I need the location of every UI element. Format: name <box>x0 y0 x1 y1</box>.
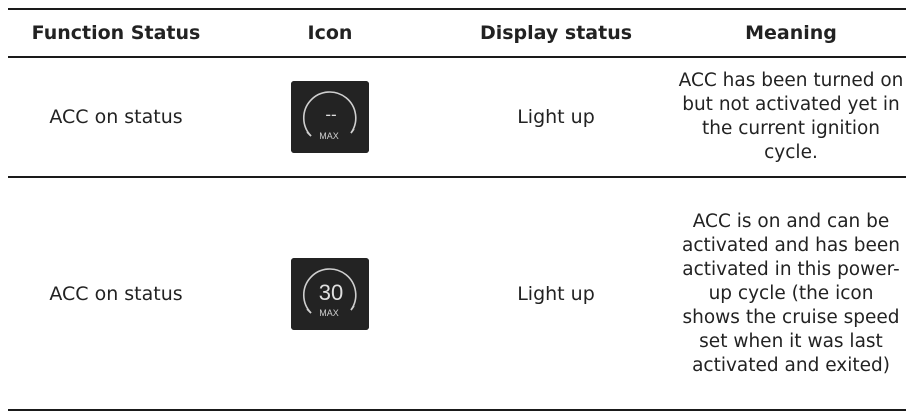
header-icon: Icon <box>307 22 353 44</box>
meaning-cell: ACC is on and can be activated and has b… <box>682 210 900 376</box>
table-row: ACC on status 30 MAX Light up ACC is on … <box>8 178 906 411</box>
icon-speed-text: 30 <box>319 280 343 305</box>
function-status-cell: ACC on status <box>49 282 183 305</box>
icon-speed-text: -- <box>325 105 336 124</box>
meaning-cell: ACC has been turned on but not activated… <box>678 70 904 163</box>
function-status-cell: ACC on status <box>49 106 183 128</box>
header-display-status: Display status <box>479 22 633 44</box>
icon-max-label: MAX <box>319 308 339 318</box>
icon-cell: -- MAX <box>224 81 436 153</box>
header-meaning: Meaning <box>745 22 837 44</box>
table-header-row: Function Status Icon Display status Mean… <box>8 10 906 58</box>
acc-speed-icon: 30 MAX <box>291 257 369 330</box>
display-status-cell: Light up <box>517 282 595 305</box>
icon-cell: 30 MAX <box>224 257 436 330</box>
header-function-status: Function Status <box>31 22 201 44</box>
acc-status-table: Function Status Icon Display status Mean… <box>8 8 906 411</box>
display-status-cell: Light up <box>517 106 595 128</box>
acc-speed-icon: -- MAX <box>291 81 369 153</box>
icon-max-label: MAX <box>319 131 339 141</box>
table-row: ACC on status -- MAX Light up ACC has be… <box>8 58 906 178</box>
